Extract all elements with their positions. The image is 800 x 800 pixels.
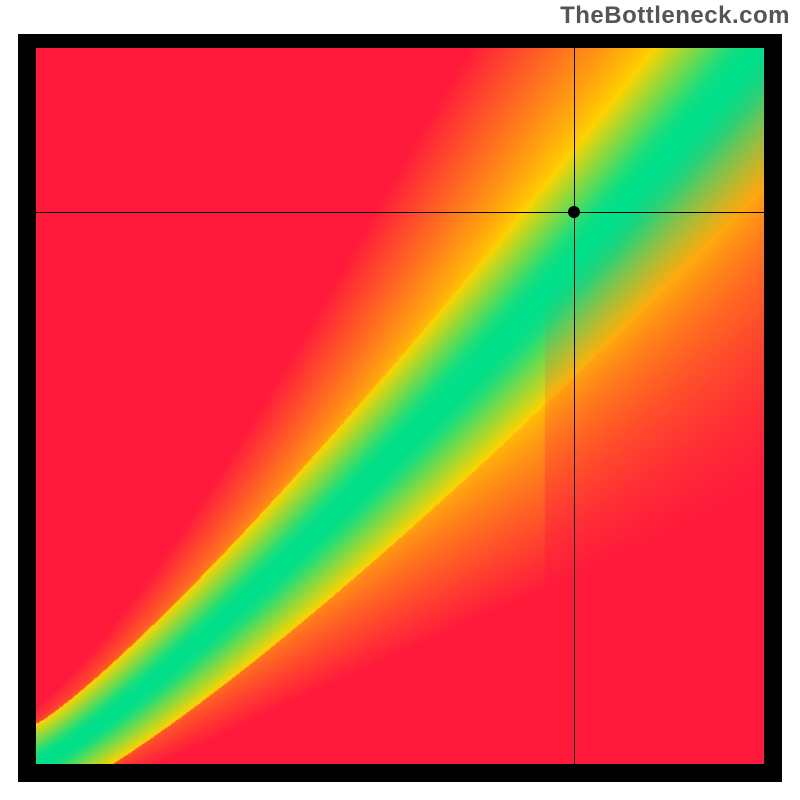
chart-stage: TheBottleneck.com — [0, 0, 800, 800]
plot-area — [36, 48, 764, 764]
heatmap-canvas — [36, 48, 764, 764]
plot-frame — [18, 34, 782, 782]
watermark-text: TheBottleneck.com — [560, 2, 790, 30]
